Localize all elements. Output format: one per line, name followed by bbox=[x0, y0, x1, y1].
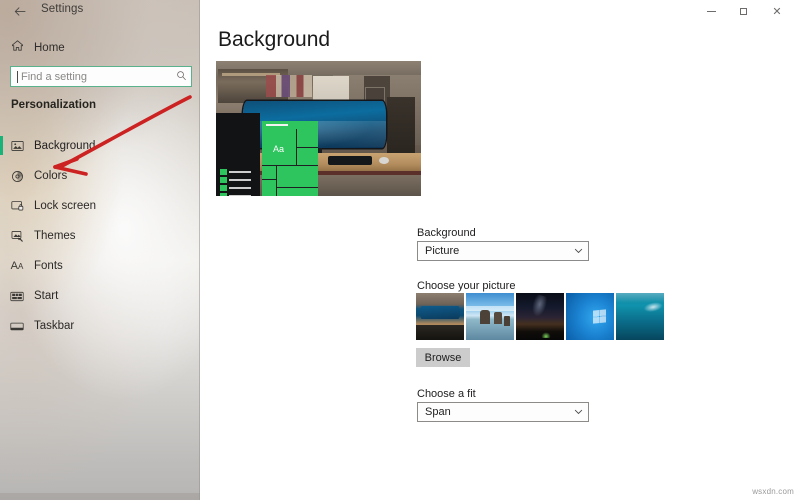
main-content: Background Aa Background Picture Choose … bbox=[200, 0, 800, 500]
color-wheel-icon bbox=[0, 170, 34, 183]
thumbnail-beach[interactable] bbox=[466, 293, 514, 340]
brush-icon bbox=[0, 230, 34, 243]
close-icon: ✕ bbox=[772, 5, 782, 18]
chevron-down-icon bbox=[568, 246, 588, 256]
maximize-icon bbox=[739, 7, 747, 15]
sidebar-item-themes[interactable]: Themes bbox=[0, 221, 200, 251]
sidebar-item-colors-label: Colors bbox=[34, 170, 68, 182]
sidebar-item-lock-screen-label: Lock screen bbox=[34, 200, 97, 212]
page-title: Background bbox=[218, 28, 331, 51]
sidebar-item-colors[interactable]: Colors bbox=[0, 161, 200, 191]
desktop-preview: Aa bbox=[216, 61, 421, 196]
picture-thumbnail-list bbox=[416, 293, 664, 340]
close-button[interactable]: ✕ bbox=[762, 0, 792, 22]
browse-button-label: Browse bbox=[424, 351, 462, 364]
choose-picture-label: Choose your picture bbox=[417, 280, 516, 292]
sidebar-item-start-label: Start bbox=[34, 290, 59, 302]
picture-icon bbox=[0, 140, 34, 152]
fit-value: Span bbox=[425, 406, 451, 418]
sidebar-section-heading: Personalization bbox=[11, 99, 96, 111]
chevron-down-icon bbox=[568, 407, 588, 417]
thumbnail-underwater[interactable] bbox=[616, 293, 664, 340]
search-input[interactable]: Find a setting bbox=[10, 66, 192, 87]
sidebar-item-fonts-label: Fonts bbox=[34, 260, 63, 272]
minimize-button[interactable] bbox=[696, 0, 726, 22]
preview-start-menu bbox=[216, 113, 260, 196]
navigation-sidebar: Home Find a setting Personalization Back… bbox=[0, 0, 200, 500]
sidebar-item-background[interactable]: Background bbox=[0, 131, 200, 161]
watermark: wsxdn.com bbox=[752, 487, 794, 496]
search-placeholder: Find a setting bbox=[21, 70, 88, 83]
start-grid-icon bbox=[0, 291, 34, 302]
browse-button[interactable]: Browse bbox=[416, 348, 470, 367]
lock-screen-icon bbox=[0, 200, 34, 212]
minimize-icon bbox=[706, 10, 716, 12]
sidebar-item-taskbar[interactable]: Taskbar bbox=[0, 311, 200, 341]
maximize-button[interactable] bbox=[728, 0, 758, 22]
background-field-label: Background bbox=[417, 227, 476, 239]
preview-sample-text: Aa bbox=[273, 144, 285, 154]
choose-fit-label: Choose a fit bbox=[417, 388, 476, 400]
sidebar-item-start[interactable]: Start bbox=[0, 281, 200, 311]
thumbnail-windows-logo[interactable] bbox=[566, 293, 614, 340]
background-type-dropdown[interactable]: Picture bbox=[417, 241, 589, 261]
taskbar-icon bbox=[0, 321, 34, 332]
background-type-value: Picture bbox=[425, 245, 460, 257]
sidebar-item-home-label: Home bbox=[34, 42, 65, 54]
preview-accent-window bbox=[262, 121, 318, 196]
back-button[interactable] bbox=[6, 1, 34, 21]
window-title: Settings bbox=[41, 3, 84, 15]
sidebar-item-themes-label: Themes bbox=[34, 230, 76, 242]
sidebar-item-lock-screen[interactable]: Lock screen bbox=[0, 191, 200, 221]
title-bar: Settings ✕ bbox=[0, 0, 800, 22]
sidebar-item-home[interactable]: Home bbox=[0, 36, 196, 60]
search-icon[interactable] bbox=[171, 70, 191, 84]
settings-window: Home Find a setting Personalization Back… bbox=[0, 0, 800, 500]
sidebar-item-taskbar-label: Taskbar bbox=[34, 320, 75, 332]
fonts-icon: AA bbox=[10, 259, 24, 272]
selection-indicator bbox=[0, 136, 3, 155]
fit-dropdown[interactable]: Span bbox=[417, 402, 589, 422]
thumbnail-night-sky[interactable] bbox=[516, 293, 564, 340]
sidebar-item-fonts[interactable]: AA Fonts bbox=[0, 251, 200, 281]
sidebar-bottom-edge bbox=[0, 493, 200, 500]
home-icon bbox=[0, 39, 34, 57]
thumbnail-desk-setup[interactable] bbox=[416, 293, 464, 340]
sidebar-nav-list: Background Colors Lock screen Themes AA … bbox=[0, 131, 200, 341]
sidebar-item-background-label: Background bbox=[34, 140, 96, 152]
